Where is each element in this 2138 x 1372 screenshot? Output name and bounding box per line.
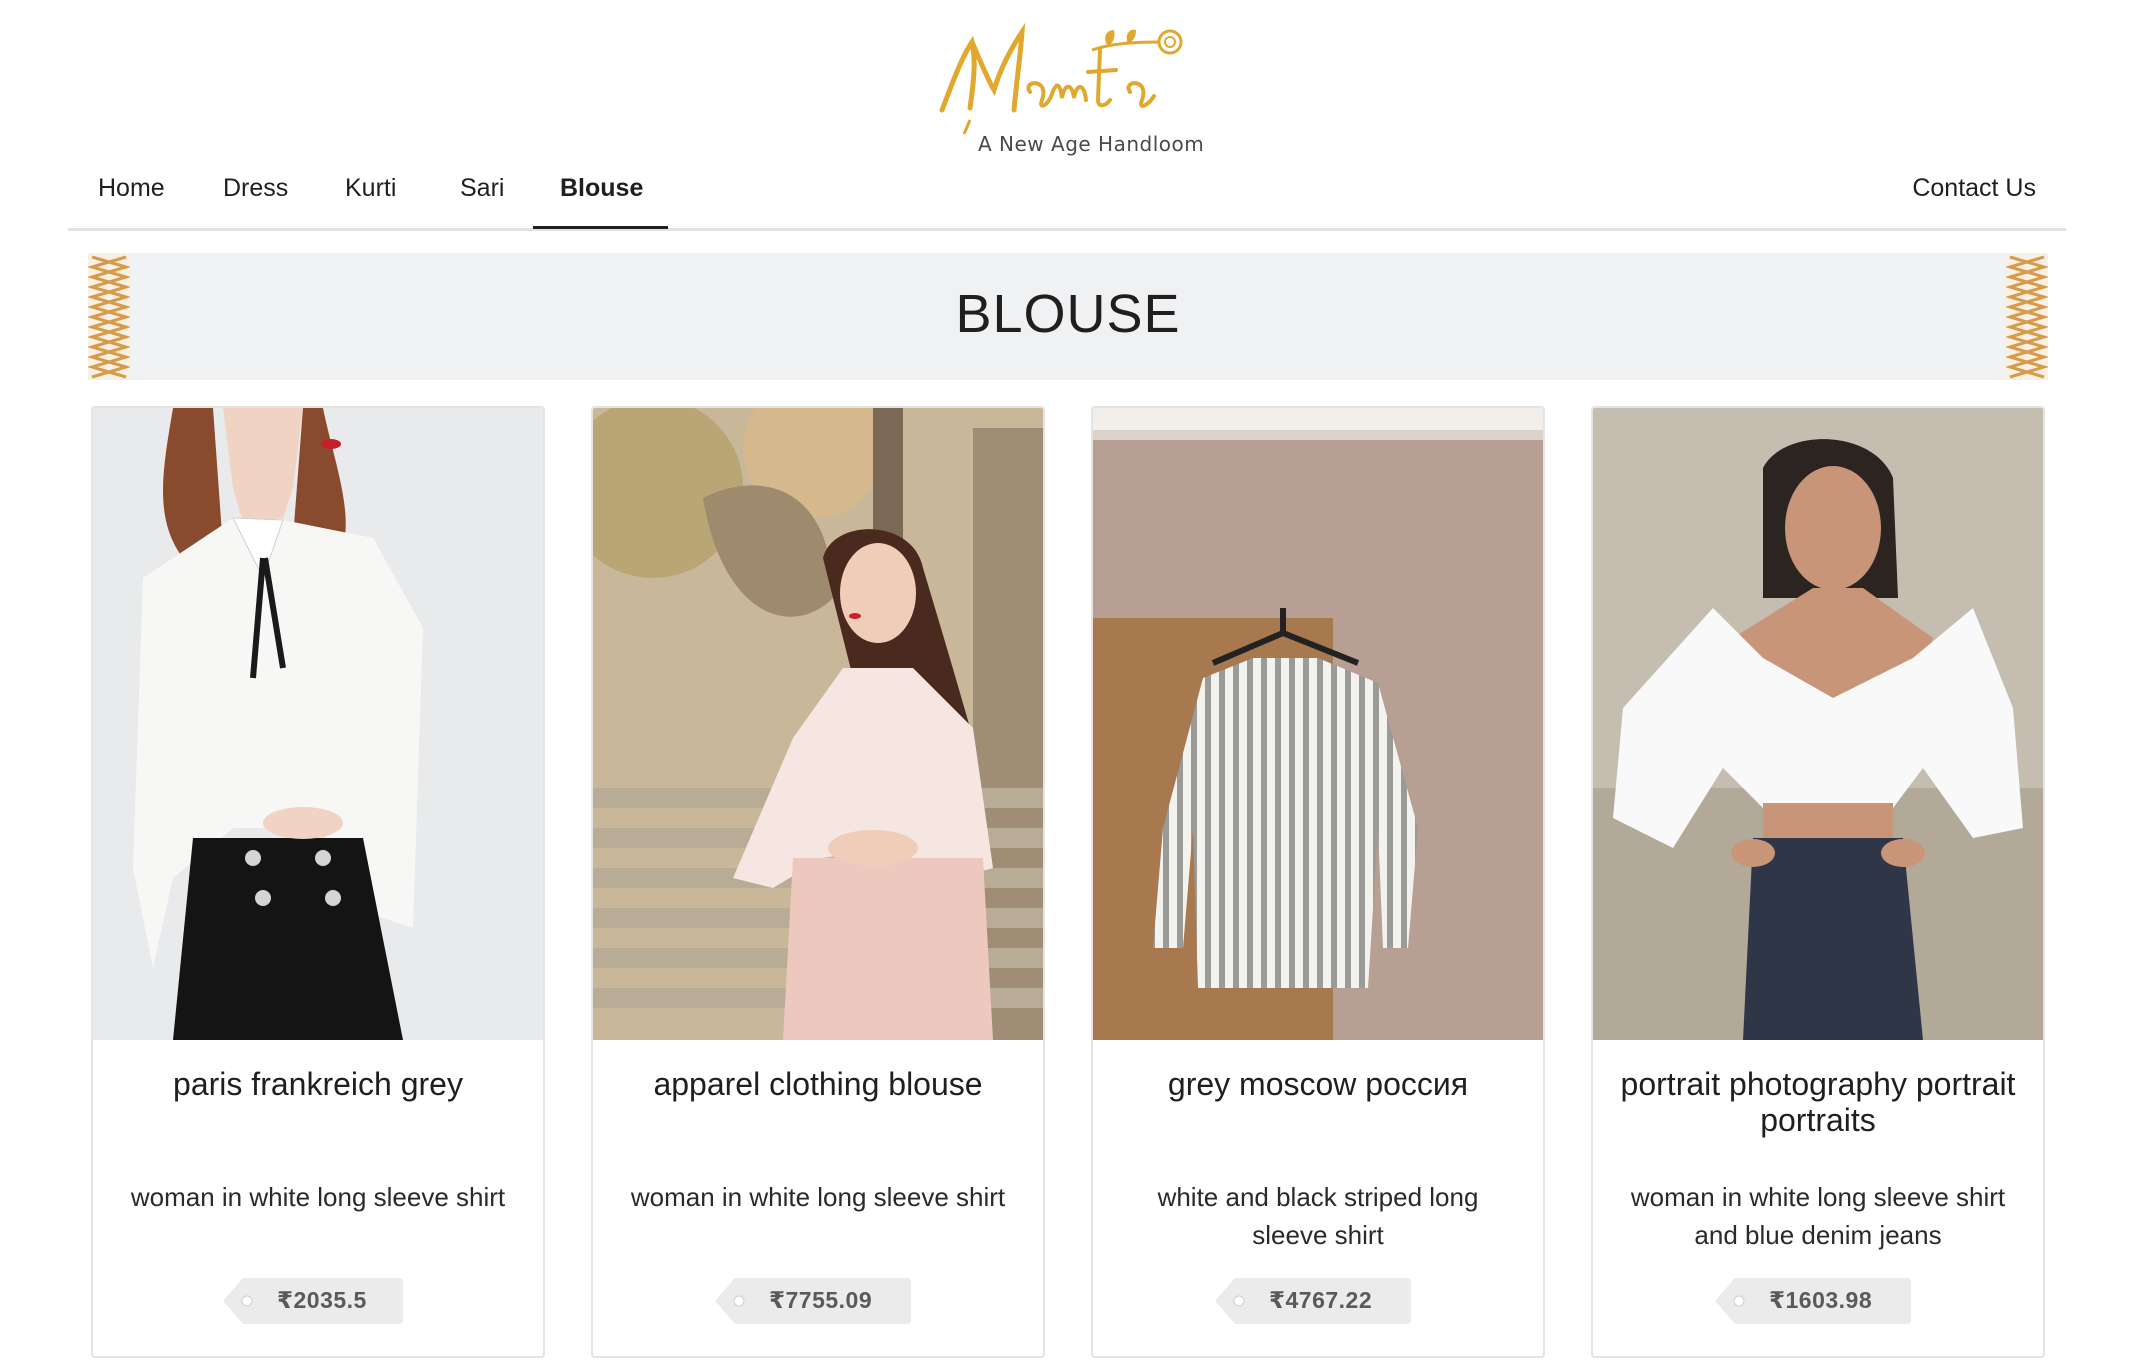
product-card[interactable]: portrait photography portrait portraits …: [1591, 406, 2045, 1358]
price-tag: ₹1603.98: [1715, 1278, 1911, 1324]
product-description: woman in white long sleeve shirt and blu…: [1630, 1182, 2006, 1250]
product-description: white and black striped long sleeve shir…: [1157, 1182, 1479, 1250]
product-image[interactable]: [593, 408, 1043, 1040]
active-tab-indicator: [533, 226, 668, 229]
product-image[interactable]: [1093, 408, 1543, 1040]
product-image[interactable]: [93, 408, 543, 1040]
product-title[interactable]: paris frankreich grey: [113, 1066, 523, 1102]
product-card[interactable]: grey moscow россия white and black strip…: [1091, 406, 1545, 1358]
product-title[interactable]: apparel clothing blouse: [613, 1066, 1023, 1102]
product-price: ₹4767.22: [1269, 1287, 1373, 1313]
main-navigation: Home Dress Kurti Sari Blouse Contact Us: [68, 160, 2066, 231]
product-card[interactable]: paris frankreich grey woman in white lon…: [91, 406, 545, 1358]
product-image[interactable]: [1593, 408, 2043, 1040]
price-tag: ₹7755.09: [715, 1278, 911, 1324]
price-tag: ₹2035.5: [223, 1278, 403, 1324]
product-description: woman in white long sleeve shirt: [130, 1182, 506, 1212]
nav-item-home[interactable]: Home: [98, 174, 165, 203]
nav-item-contact-us[interactable]: Contact Us: [1912, 174, 2036, 203]
product-title[interactable]: grey moscow россия: [1113, 1066, 1523, 1102]
product-price: ₹7755.09: [769, 1287, 873, 1313]
ornament-right-icon: [2006, 253, 2048, 380]
nav-item-kurti[interactable]: Kurti: [345, 174, 396, 203]
product-description: woman in white long sleeve shirt: [630, 1182, 1006, 1212]
nav-item-dress[interactable]: Dress: [223, 174, 288, 203]
nav-item-sari[interactable]: Sari: [460, 174, 504, 203]
category-banner: BLOUSE: [88, 253, 2048, 380]
product-card[interactable]: apparel clothing blouse woman in white l…: [591, 406, 1045, 1358]
logo-script-icon: [939, 22, 1183, 135]
product-price: ₹1603.98: [1769, 1287, 1873, 1313]
product-price: ₹2035.5: [277, 1287, 367, 1313]
product-title[interactable]: portrait photography portrait portraits: [1613, 1066, 2023, 1138]
nav-item-blouse[interactable]: Blouse: [560, 174, 643, 203]
brand-tagline: A New Age Handloom: [978, 132, 1205, 156]
page-title: BLOUSE: [955, 284, 1181, 344]
brand-logo[interactable]: A New Age Handloom: [930, 20, 1210, 160]
price-tag: ₹4767.22: [1215, 1278, 1411, 1324]
